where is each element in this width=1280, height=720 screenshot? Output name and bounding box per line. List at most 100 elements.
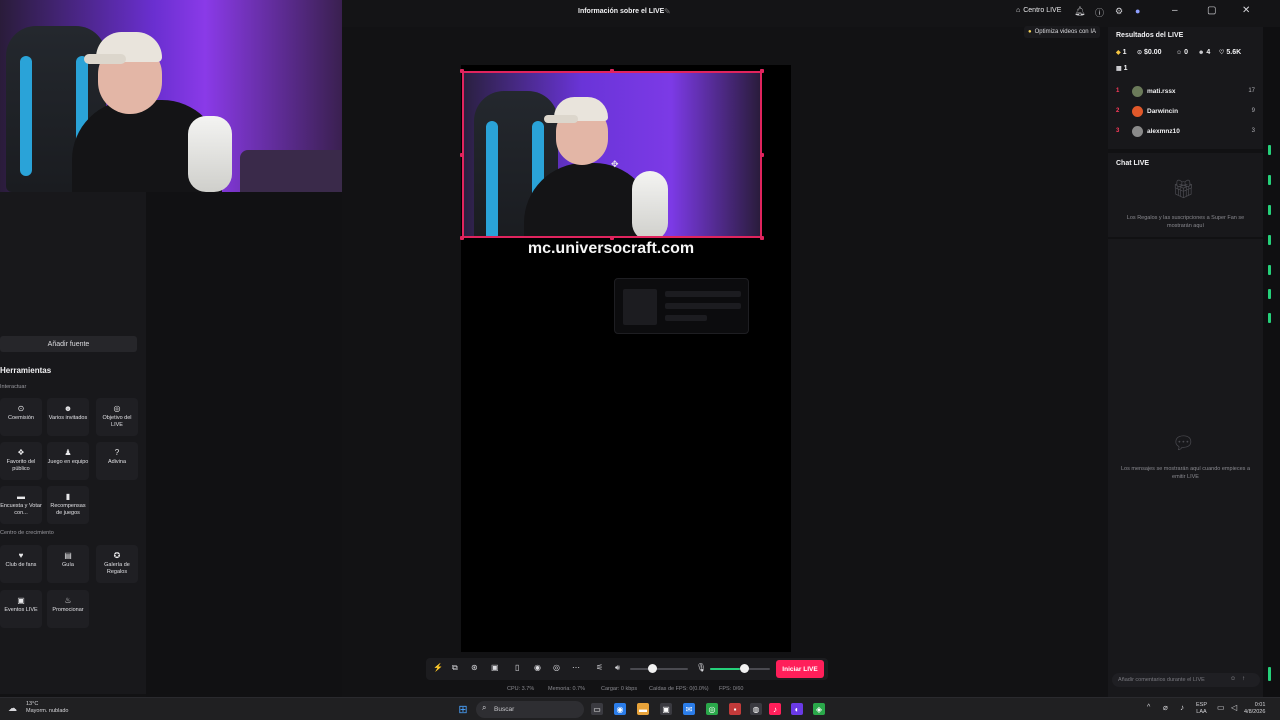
tool-coemision[interactable]: ⊙ Coemisión	[0, 398, 42, 436]
mic-volume-knob[interactable]	[740, 664, 749, 673]
resize-handle[interactable]	[460, 153, 464, 157]
go-live-button[interactable]: Iniciar LIVE	[776, 660, 824, 678]
gifts-empty-message: Los Regalos y las suscripciones a Super …	[1126, 215, 1245, 229]
section-interact: Interactuar	[0, 384, 27, 390]
network-icon[interactable]: ⌀	[1163, 703, 1168, 712]
tool-galeria-regalos[interactable]: ✪ Galería de Regalos	[96, 545, 138, 583]
cloud-icon: ☁	[8, 703, 17, 713]
tool-promocionar[interactable]: ♨ Promocionar	[47, 590, 89, 628]
display-icon[interactable]: ▭	[1217, 703, 1225, 712]
move-icon[interactable]: ✥	[611, 159, 619, 170]
more-icon[interactable]: ⋯	[572, 663, 580, 672]
ranking-row[interactable]: 1 mati.rssx 17	[1116, 84, 1255, 98]
chrome-icon[interactable]: ◎	[706, 703, 718, 715]
ranking-row[interactable]: 2 Darwincin 9	[1116, 104, 1255, 118]
app-icon[interactable]: ▣	[660, 703, 672, 715]
tiktok-live-studio-window: Añadir fuente Herramientas Interactuar ⊙…	[0, 0, 1280, 697]
resize-handle[interactable]	[610, 69, 614, 73]
windows-taskbar: ☁ 13°C Mayorm. nublado ⊞ Buscar ⌕ ▭ ◉ ▬ …	[0, 697, 1280, 720]
tool-encuesta[interactable]: ▬ Encuesta y Votar con...	[0, 486, 42, 524]
maximize-button[interactable]: ▢	[1207, 5, 1216, 16]
layers-icon[interactable]: ⧉	[452, 663, 458, 673]
title-bar: Información sobre el LIVE ✎ ⌂ Centro LIV…	[342, 0, 1280, 27]
optimize-ai-button[interactable]: ● Optimiza videos con IA	[1024, 26, 1100, 38]
overlay-text-url[interactable]: mc.universocraft.com	[461, 240, 761, 258]
taskbar-search[interactable]: Buscar	[476, 701, 584, 718]
mail-icon[interactable]: ✉	[683, 703, 695, 715]
tool-recompensas-juegos[interactable]: ▮ Recompensas de juegos	[47, 486, 89, 524]
resize-handle[interactable]	[760, 69, 764, 73]
background-app-edge	[1263, 27, 1280, 697]
tiktok-live-icon[interactable]: ♪	[769, 703, 781, 715]
coin-icon: ⊙	[1137, 50, 1143, 56]
avatar[interactable]: ●	[1135, 6, 1140, 16]
tool-adivina[interactable]: ? Adivina	[96, 442, 138, 480]
poll-icon: ▬	[17, 492, 25, 501]
reward-icon: ▮	[65, 492, 71, 501]
clock[interactable]: 0:01 4/8/2026	[1244, 702, 1265, 716]
file-explorer-icon[interactable]: ▬	[637, 703, 649, 715]
record-icon[interactable]: ◉	[534, 663, 541, 672]
volume-icon[interactable]: ♪	[1180, 703, 1184, 712]
loading-placeholder	[614, 278, 749, 334]
gift-icon: ▦	[1116, 66, 1122, 72]
minimize-button[interactable]: –	[1172, 5, 1178, 16]
chevron-up-icon[interactable]: ^	[1147, 704, 1150, 711]
team-game-icon: ♟	[64, 448, 72, 457]
search-icon: ⌕	[482, 703, 487, 712]
microphone-icon[interactable]: 🎙︎	[696, 663, 706, 672]
add-source-button[interactable]: Añadir fuente	[0, 336, 137, 352]
messages-empty-message: Los mensajes se mostrarán aquí cuando em…	[1120, 466, 1251, 480]
camera-icon[interactable]: ◎	[553, 663, 560, 672]
magic-wand-icon[interactable]: ⚡	[433, 663, 443, 672]
tool-favorito-publico[interactable]: ❖ Favorito del público	[0, 442, 42, 480]
heart-icon: ♥	[18, 551, 24, 560]
guests-icon: ☻	[63, 404, 73, 413]
screen-icon[interactable]: ▣	[491, 663, 499, 672]
tool-guia[interactable]: ▤ Guía	[47, 545, 89, 583]
discord-icon[interactable]: ◐	[791, 703, 803, 715]
emoji-icon[interactable]: ☺	[1230, 676, 1236, 682]
tool-objetivo-live[interactable]: ◎ Objetivo del LIVE	[96, 398, 138, 436]
task-view-icon[interactable]: ▭	[591, 703, 603, 715]
close-button[interactable]: ✕	[1242, 5, 1250, 16]
comment-input[interactable]: Añadir comentarios durante el LIVE	[1112, 673, 1260, 687]
centro-live-button[interactable]: ⌂ Centro LIVE	[1016, 7, 1061, 14]
bell-icon[interactable]: 🔔︎	[1074, 6, 1085, 17]
speaker-volume-slider[interactable]	[630, 668, 688, 670]
ranking-row[interactable]: 3 alexmnz10 3	[1116, 124, 1255, 138]
tool-club-fans[interactable]: ♥ Club de fans	[0, 545, 42, 583]
live-info-title[interactable]: Información sobre el LIVE	[578, 8, 664, 15]
tools-title: Herramientas	[0, 366, 52, 375]
memory-stat: Memoria: 0.7%	[548, 686, 585, 692]
browser-icon[interactable]: ◉	[614, 703, 626, 715]
help-icon[interactable]: ⓘ	[1095, 6, 1104, 19]
tool-juego-equipo[interactable]: ♟ Juego en equipo	[47, 442, 89, 480]
language-indicator[interactable]: ESP LAA	[1196, 702, 1207, 716]
upload-stat: Cargar: 0 kbps	[601, 686, 638, 692]
edit-icon[interactable]: ✎	[664, 7, 671, 16]
camera-source-selected[interactable]	[462, 71, 762, 238]
followers-icon: ☺	[1176, 49, 1183, 56]
adjust-icon[interactable]: ⚟	[596, 663, 603, 672]
chat-live-title: Chat LIVE	[1116, 160, 1150, 167]
app-icon[interactable]: ◈	[813, 703, 825, 715]
tool-varios-invitados[interactable]: ☻ Varios invitados	[47, 398, 89, 436]
phone-orientation-icon[interactable]: ▯	[515, 663, 519, 672]
tool-eventos-live[interactable]: ▣ Eventos LIVE	[0, 590, 42, 628]
windows-start-icon[interactable]: ⊞	[457, 703, 469, 716]
viewers-icon: ☻	[1198, 49, 1205, 56]
resize-handle[interactable]	[460, 69, 464, 73]
obs-icon[interactable]: ◍	[750, 703, 762, 715]
trophy-icon: ❖	[17, 448, 25, 457]
speaker-icon[interactable]: 🔊︎	[615, 663, 620, 673]
home-icon: ⌂	[1016, 7, 1021, 14]
settings-icon[interactable]: ⚙	[1115, 6, 1123, 17]
effects-icon[interactable]: ⊛	[471, 663, 478, 672]
app-icon[interactable]: ▪	[729, 703, 741, 715]
weather-widget[interactable]: 13°C Mayorm. nublado	[26, 701, 69, 715]
speaker-icon[interactable]: ◁	[1231, 703, 1237, 712]
resize-handle[interactable]	[760, 153, 764, 157]
send-icon[interactable]: ↑	[1242, 676, 1245, 682]
speaker-volume-knob[interactable]	[648, 664, 657, 673]
